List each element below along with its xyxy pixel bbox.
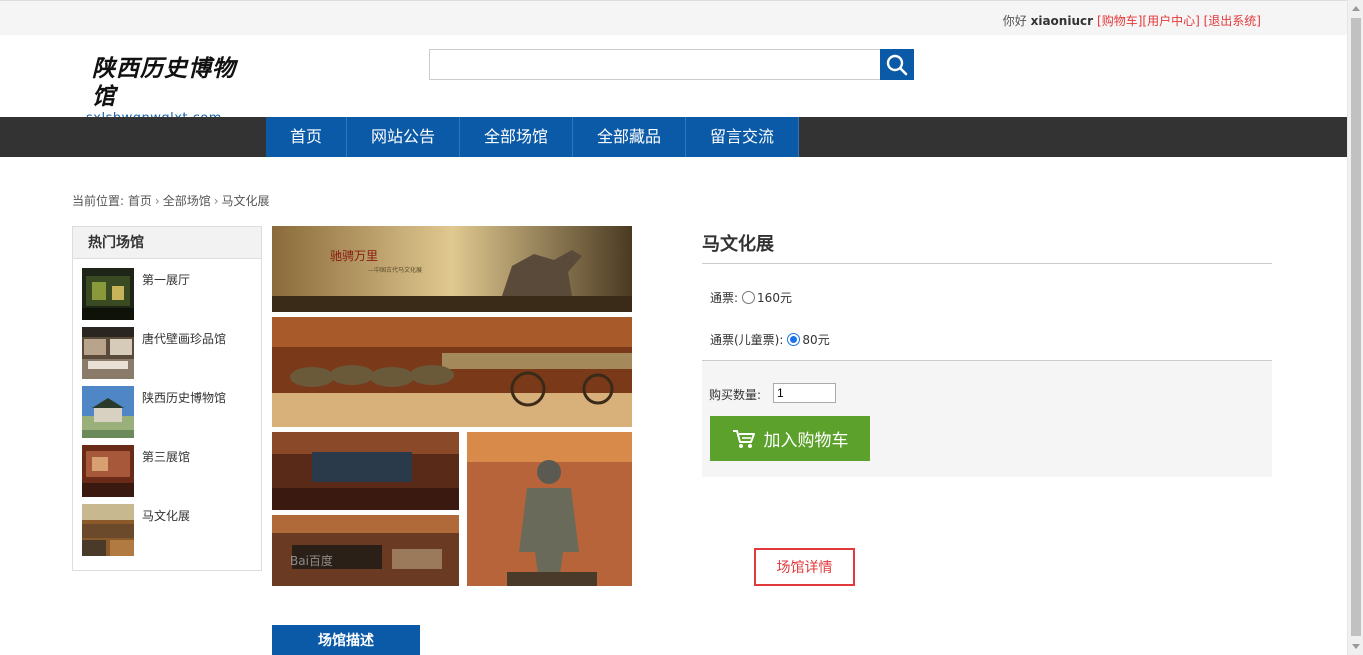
ticket-option-adult[interactable]: 通票: 160元 — [710, 289, 792, 306]
breadcrumb-venues[interactable]: 全部场馆 — [163, 194, 211, 208]
sidebar-item-hall-1[interactable]: 第一展厅 — [82, 268, 257, 320]
tab-venue-description[interactable]: 场馆描述 — [272, 625, 420, 655]
gallery-image-warrior[interactable] — [467, 432, 632, 586]
ticket-option-child[interactable]: 通票(儿童票): 80元 — [710, 331, 830, 348]
divider — [702, 263, 1272, 264]
nav-item-home[interactable]: 首页 — [266, 117, 347, 157]
banner-title: 驰骋万里 — [330, 249, 378, 263]
hot-venues-panel: 热门场馆 第一展厅 唐代壁画珍品馆 陕西历史博物馆 第三展馆 马文化展 — [72, 226, 262, 571]
ticket-option-label: 通票: — [710, 291, 739, 305]
sidebar-item-horse-culture[interactable]: 马文化展 — [82, 504, 257, 556]
banner-subtitle: —中国古代马文化展 — [368, 266, 422, 274]
nav-item-messages[interactable]: 留言交流 — [686, 117, 799, 157]
radio-button-selected[interactable] — [787, 333, 801, 346]
ticket-option-price: 80元 — [802, 333, 830, 347]
logo-chinese-text: 陕西历史博物馆 — [92, 55, 236, 110]
tab-venue-detail[interactable]: 场馆详情 — [754, 548, 855, 586]
nav-item-announcements[interactable]: 网站公告 — [347, 117, 460, 157]
cart-link[interactable]: [购物车] — [1097, 14, 1142, 28]
search-icon — [886, 54, 908, 75]
ticket-option-price: 160元 — [757, 291, 792, 305]
add-to-cart-label: 加入购物车 — [763, 431, 849, 451]
nav-item-all-collections[interactable]: 全部藏品 — [573, 117, 686, 157]
top-links: 你好 xiaoniucr [购物车][用户中心] [退出系统] — [1003, 12, 1261, 29]
gallery-image-hall[interactable] — [272, 432, 459, 510]
site-logo[interactable]: 陕西历史博物馆 sxlsbwgpwglxt.com — [86, 55, 256, 126]
nav-item-all-venues[interactable]: 全部场馆 — [460, 117, 573, 157]
chevron-right-icon: › — [154, 194, 160, 208]
venue-thumbnail — [82, 504, 134, 556]
quantity-label: 购买数量: — [709, 388, 762, 402]
venue-thumbnail — [82, 445, 134, 497]
search-input[interactable] — [429, 49, 881, 80]
cart-icon — [732, 429, 755, 448]
ticket-option-label: 通票(儿童票): — [710, 333, 784, 347]
venue-thumbnail — [82, 386, 134, 438]
chevron-right-icon: › — [213, 194, 219, 208]
product-title: 马文化展 — [702, 234, 774, 255]
gallery-image-chariot[interactable] — [272, 317, 632, 427]
add-to-cart-button[interactable]: 加入购物车 — [710, 416, 870, 461]
sidebar-item-label: 马文化展 — [142, 509, 191, 523]
main-nav: 首页 网站公告 全部场馆 全部藏品 留言交流 — [0, 117, 1347, 157]
quantity-input[interactable] — [773, 383, 836, 403]
username: xiaoniucr — [1030, 14, 1094, 28]
sidebar-item-label: 第三展馆 — [142, 450, 191, 464]
user-center-link[interactable]: [用户中心] — [1142, 14, 1199, 28]
watermark-text: Bai百度 — [290, 553, 333, 568]
top-bar: 你好 xiaoniucr [购物车][用户中心] [退出系统] — [0, 0, 1347, 35]
venue-gallery: 驰骋万里 —中国古代马文化展 Bai百度 — [272, 226, 632, 586]
sidebar-item-shaanxi-museum[interactable]: 陕西历史博物馆 — [82, 386, 257, 438]
sidebar-item-label: 陕西历史博物馆 — [142, 391, 227, 405]
breadcrumb-current: 马文化展 — [221, 194, 270, 208]
breadcrumb: 当前位置: 首页 › 全部场馆 › 马文化展 — [72, 192, 270, 209]
breadcrumb-home[interactable]: 首页 — [128, 194, 152, 208]
venue-thumbnail — [82, 327, 134, 379]
scroll-down-icon[interactable] — [1352, 644, 1360, 649]
purchase-box: 购买数量: 加入购物车 — [702, 360, 1272, 477]
search-bar — [429, 49, 914, 80]
sidebar-item-label: 唐代壁画珍品馆 — [142, 332, 227, 346]
greeting-text: 你好 — [1002, 14, 1027, 28]
hot-venues-title: 热门场馆 — [73, 227, 261, 259]
sidebar-item-hall-3[interactable]: 第三展馆 — [82, 445, 257, 497]
search-button[interactable] — [880, 49, 914, 80]
logout-link[interactable]: [退出系统] — [1204, 14, 1261, 28]
sidebar-item-label: 第一展厅 — [142, 273, 191, 287]
scrollbar-thumb[interactable] — [1351, 18, 1361, 636]
sidebar-item-tang-murals[interactable]: 唐代壁画珍品馆 — [82, 327, 257, 379]
venue-thumbnail — [82, 268, 134, 320]
scroll-up-icon[interactable] — [1352, 6, 1360, 11]
radio-button[interactable] — [742, 291, 756, 304]
breadcrumb-prefix: 当前位置: — [72, 194, 125, 208]
gallery-image-display[interactable]: Bai百度 — [272, 515, 459, 586]
header: 陕西历史博物馆 sxlsbwgpwglxt.com — [0, 35, 1347, 126]
vertical-scrollbar[interactable] — [1347, 0, 1363, 655]
gallery-image-banner[interactable]: 驰骋万里 —中国古代马文化展 — [272, 226, 632, 312]
